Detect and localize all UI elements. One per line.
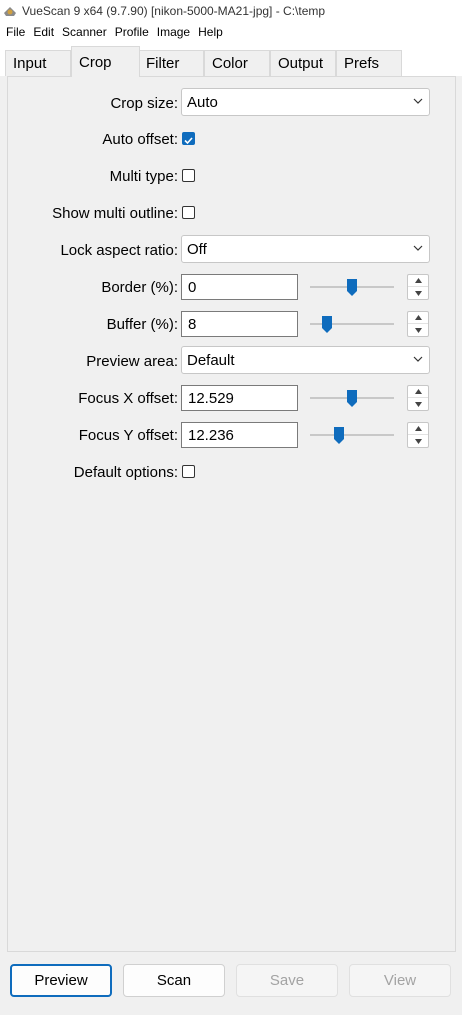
preview-area-row: Preview area: Default bbox=[0, 346, 462, 376]
focus-x-offset-row: Focus X offset: 12.529 bbox=[0, 385, 462, 415]
focus-y-slider-track[interactable] bbox=[310, 434, 394, 436]
focus-y-offset-input[interactable]: 12.236 bbox=[181, 422, 298, 448]
save-button[interactable]: Save bbox=[236, 964, 338, 997]
tab-color[interactable]: Color bbox=[204, 50, 270, 76]
chevron-down-icon bbox=[413, 98, 423, 104]
chevron-down-icon bbox=[413, 356, 423, 362]
buffer-input[interactable]: 8 bbox=[181, 311, 298, 337]
buffer-label: Buffer (%): bbox=[106, 315, 178, 333]
menu-image[interactable]: Image bbox=[154, 25, 195, 39]
spin-down-button[interactable] bbox=[408, 287, 428, 299]
arrow-down-icon bbox=[414, 438, 422, 444]
lock-aspect-ratio-select[interactable]: Off bbox=[181, 235, 430, 263]
arrow-down-icon bbox=[414, 401, 422, 407]
tab-bar: Input Crop Filter Color Output Prefs bbox=[0, 42, 462, 77]
preview-area-select[interactable]: Default bbox=[181, 346, 430, 374]
preview-area-label: Preview area: bbox=[86, 352, 178, 370]
focus-x-offset-input[interactable]: 12.529 bbox=[181, 385, 298, 411]
menu-profile[interactable]: Profile bbox=[112, 25, 154, 39]
crop-size-select[interactable]: Auto bbox=[181, 88, 430, 116]
menu-file[interactable]: File bbox=[3, 25, 30, 39]
focus-y-spinner[interactable] bbox=[407, 422, 429, 448]
view-button[interactable]: View bbox=[349, 964, 451, 997]
spin-down-button[interactable] bbox=[408, 398, 428, 410]
default-options-row: Default options: bbox=[0, 457, 462, 487]
arrow-down-icon bbox=[414, 290, 422, 296]
focus-x-spinner[interactable] bbox=[407, 385, 429, 411]
buffer-row: Buffer (%): 8 bbox=[0, 311, 462, 341]
auto-offset-checkbox[interactable] bbox=[182, 132, 195, 145]
arrow-up-icon bbox=[414, 278, 422, 283]
arrow-up-icon bbox=[414, 389, 422, 394]
window-title: VueScan 9 x64 (9.7.90) [nikon-5000-MA21-… bbox=[22, 4, 326, 18]
focus-x-offset-label: Focus X offset: bbox=[78, 389, 178, 407]
multi-type-checkbox[interactable] bbox=[182, 169, 195, 182]
auto-offset-label: Auto offset: bbox=[102, 130, 178, 148]
arrow-up-icon bbox=[414, 426, 422, 431]
focus-y-offset-label: Focus Y offset: bbox=[78, 426, 178, 444]
spin-up-button[interactable] bbox=[408, 386, 428, 398]
tab-input[interactable]: Input bbox=[5, 50, 71, 76]
spin-up-button[interactable] bbox=[408, 423, 428, 435]
spin-up-button[interactable] bbox=[408, 312, 428, 324]
checkmark-icon bbox=[184, 137, 193, 145]
focus-y-offset-row: Focus Y offset: 12.236 bbox=[0, 422, 462, 452]
lock-aspect-ratio-row: Lock aspect ratio: Off bbox=[0, 235, 462, 265]
menu-bar: File Edit Scanner Profile Image Help bbox=[0, 22, 462, 42]
preview-area-value: Default bbox=[187, 351, 235, 369]
show-multi-outline-checkbox[interactable] bbox=[182, 206, 195, 219]
buffer-slider-thumb[interactable] bbox=[321, 315, 333, 334]
spin-down-button[interactable] bbox=[408, 435, 428, 447]
tab-output[interactable]: Output bbox=[270, 50, 336, 76]
auto-offset-row: Auto offset: bbox=[0, 124, 462, 154]
show-multi-outline-label: Show multi outline: bbox=[52, 204, 178, 222]
tab-crop[interactable]: Crop bbox=[71, 46, 140, 77]
focus-y-slider-thumb[interactable] bbox=[333, 426, 345, 445]
show-multi-outline-row: Show multi outline: bbox=[0, 198, 462, 228]
border-spinner[interactable] bbox=[407, 274, 429, 300]
tab-filter[interactable]: Filter bbox=[138, 50, 204, 76]
multi-type-row: Multi type: bbox=[0, 161, 462, 191]
multi-type-label: Multi type: bbox=[109, 167, 178, 185]
menu-scanner[interactable]: Scanner bbox=[59, 25, 112, 39]
preview-button[interactable]: Preview bbox=[10, 964, 112, 997]
crop-size-label: Crop size: bbox=[110, 94, 178, 112]
menu-help[interactable]: Help bbox=[195, 25, 228, 39]
arrow-down-icon bbox=[414, 327, 422, 333]
crop-size-row: Crop size: Auto bbox=[0, 88, 462, 118]
border-row: Border (%): 0 bbox=[0, 274, 462, 304]
menu-edit[interactable]: Edit bbox=[30, 25, 59, 39]
tab-prefs[interactable]: Prefs bbox=[336, 50, 402, 76]
spin-up-button[interactable] bbox=[408, 275, 428, 287]
bottom-button-bar: Preview Scan Save View bbox=[0, 952, 462, 1015]
lock-aspect-ratio-value: Off bbox=[187, 240, 207, 258]
buffer-spinner[interactable] bbox=[407, 311, 429, 337]
lock-aspect-ratio-label: Lock aspect ratio: bbox=[60, 241, 178, 259]
crop-size-value: Auto bbox=[187, 93, 218, 111]
border-input[interactable]: 0 bbox=[181, 274, 298, 300]
spin-down-button[interactable] bbox=[408, 324, 428, 336]
chevron-down-icon bbox=[413, 245, 423, 251]
vuescan-app-icon bbox=[4, 7, 16, 16]
border-slider-thumb[interactable] bbox=[346, 278, 358, 297]
scan-button[interactable]: Scan bbox=[123, 964, 225, 997]
arrow-up-icon bbox=[414, 315, 422, 320]
focus-x-slider-thumb[interactable] bbox=[346, 389, 358, 408]
default-options-label: Default options: bbox=[73, 463, 178, 481]
title-bar: VueScan 9 x64 (9.7.90) [nikon-5000-MA21-… bbox=[0, 0, 462, 22]
default-options-checkbox[interactable] bbox=[182, 465, 195, 478]
border-label: Border (%): bbox=[101, 278, 178, 296]
